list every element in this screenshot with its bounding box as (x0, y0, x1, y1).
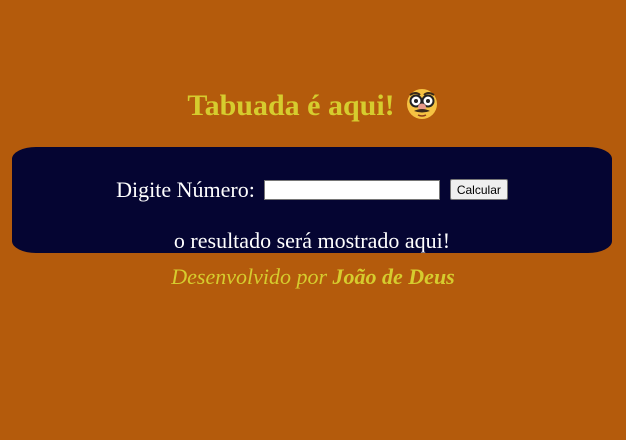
number-input[interactable] (264, 179, 441, 200)
calculate-button[interactable]: Calcular (449, 179, 508, 201)
calculator-panel: Digite Número: Calcular o resultado será… (12, 147, 612, 253)
footer-credit: Desenvolvido por João de Deus (0, 263, 626, 291)
number-label: Digite Número: (116, 176, 255, 202)
disguised-face-icon (405, 87, 439, 121)
footer-author: João de Deus (332, 264, 455, 289)
footer-prefix: Desenvolvido por (171, 264, 328, 289)
title-text: Tabuada é aqui! (187, 89, 395, 122)
number-form: Digite Número: Calcular (12, 174, 612, 204)
result-text: o resultado será mostrado aqui! (173, 228, 451, 253)
page: Tabuada é aqui! Digite Número: Calcular … (0, 0, 626, 440)
page-title: Tabuada é aqui! (0, 86, 626, 126)
